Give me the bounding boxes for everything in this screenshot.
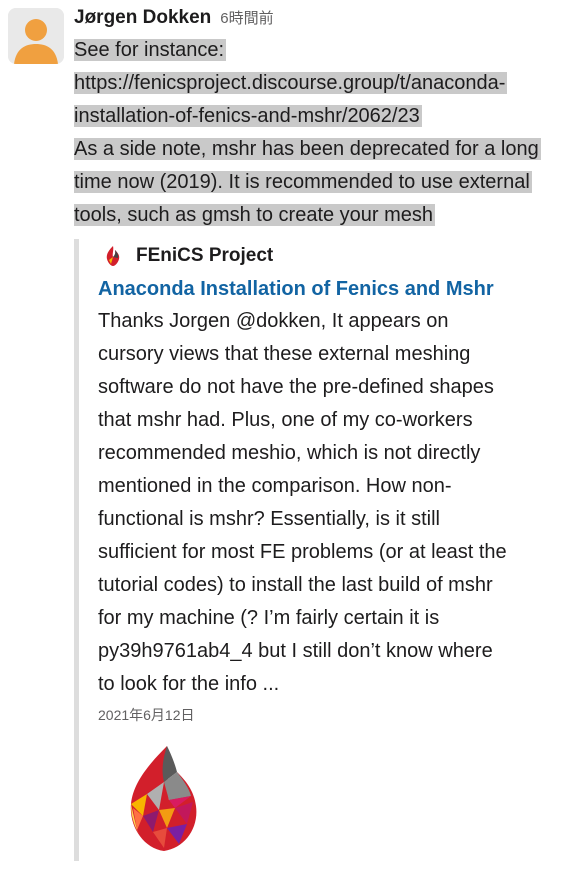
attachment-title-link[interactable]: Anaconda Installation of Fenics and Mshr	[98, 274, 494, 304]
attachment-site-name: FEniCS Project	[136, 245, 274, 266]
message-line: As a side note, mshr has been deprecated…	[74, 138, 541, 160]
attachment-text-line: software do not have the pre-defined sha…	[98, 376, 494, 398]
attachment-text-line: tutorial codes) to install the last buil…	[98, 574, 493, 596]
link-unfurl-attachment: FEniCS Project Anaconda Installation of …	[74, 239, 544, 861]
message: Jørgen Dokken 6時間前 See for instance: htt…	[74, 2, 564, 232]
attachment-description: Thanks Jorgen @dokken, It appears on cur…	[98, 305, 538, 701]
attachment-text-line: Thanks Jorgen @dokken, It appears on	[98, 310, 449, 332]
attachment-text-line: for my machine (? I’m fairly certain it …	[98, 607, 440, 629]
message-link[interactable]: https://fenicsproject.discourse.group/t/…	[74, 72, 508, 94]
message-line: See for instance:	[74, 39, 227, 61]
attachment-text-line: mentioned in the comparison. How non-	[98, 475, 452, 497]
fenics-logo-icon	[106, 246, 120, 266]
user-silhouette-icon	[8, 8, 64, 64]
attachment-text-line: sufficient for most FE problems (or at l…	[98, 541, 507, 563]
message-header: Jørgen Dokken 6時間前	[74, 2, 564, 34]
attachment-date: 2021年6月12日	[98, 707, 195, 723]
message-link[interactable]: installation-of-fenics-and-mshr/2062/23	[74, 105, 422, 127]
attachment-text-line: py39h9761ab4_4 but I still don’t know wh…	[98, 640, 493, 662]
attachment-text-line: cursory views that these external meshin…	[98, 343, 471, 365]
attachment-text-line: recommended meshio, which is not directl…	[98, 442, 481, 464]
attachment-site: FEniCS Project	[102, 241, 273, 271]
attachment-text-line: to look for the info ...	[98, 673, 280, 695]
author-name[interactable]: Jørgen Dokken	[74, 2, 211, 34]
attachment-text-line: that mshr had. Plus, one of my co-worker…	[98, 409, 473, 431]
fenics-logo-image[interactable]	[119, 744, 209, 854]
attachment-text-line: functional is mshr? Essentially, is it s…	[98, 508, 440, 530]
message-timestamp[interactable]: 6時間前	[220, 3, 273, 35]
message-line: tools, such as gmsh to create your mesh	[74, 204, 436, 226]
avatar[interactable]	[8, 8, 64, 64]
message-body: See for instance: https://fenicsproject.…	[74, 34, 564, 232]
message-line: time now (2019). It is recommended to us…	[74, 171, 532, 193]
